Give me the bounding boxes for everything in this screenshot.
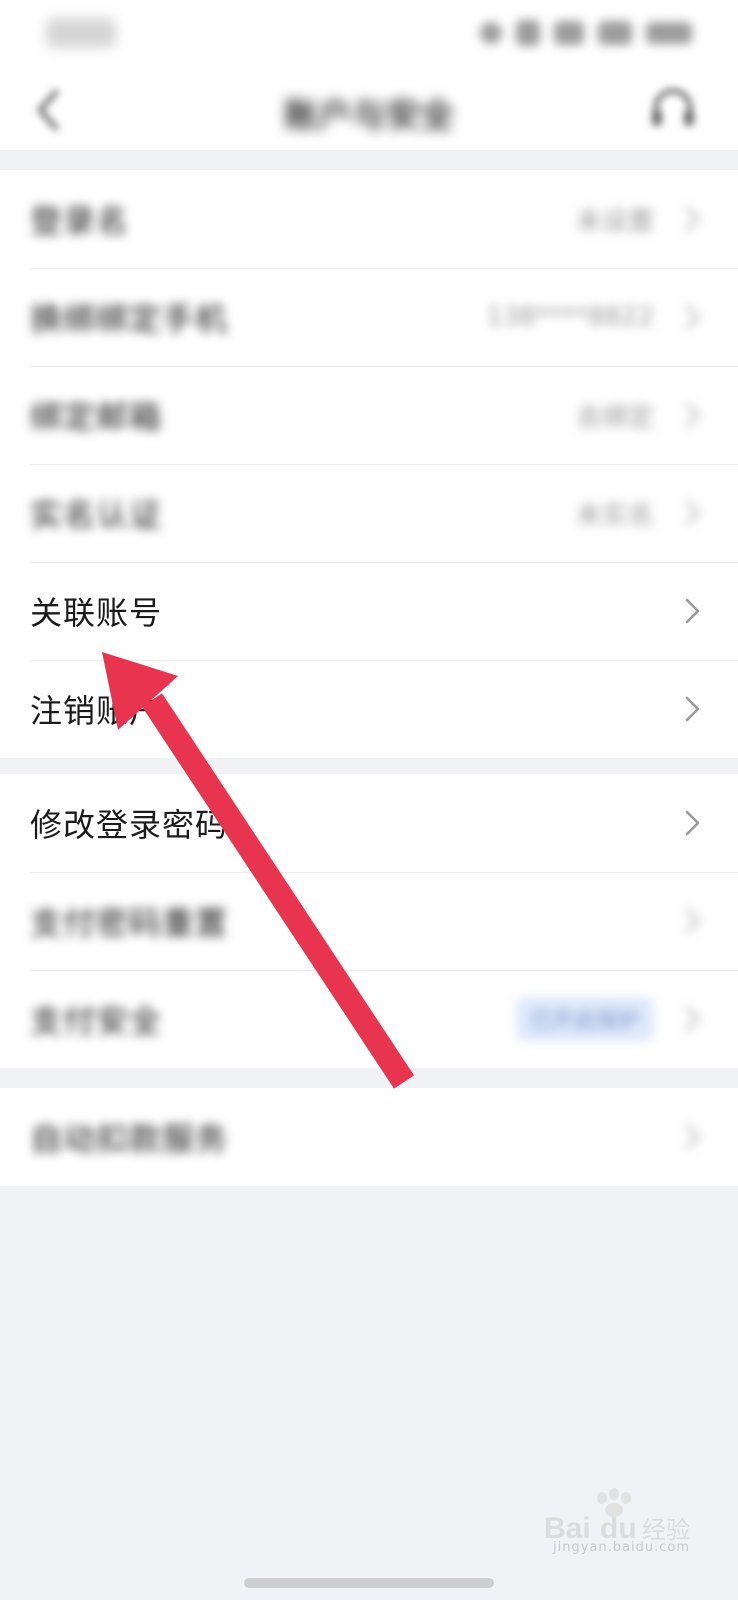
- row-label: 绑定邮箱: [30, 398, 163, 436]
- headset-icon[interactable]: [648, 86, 698, 134]
- row-value: 未设置: [575, 206, 654, 237]
- chevron-right-icon: [685, 206, 700, 232]
- status-time: [46, 18, 116, 48]
- settings-group-account: 登录名 未设置 换绑绑定手机 138****8822 绑定邮箱 去绑定 实名认证…: [0, 170, 738, 758]
- chevron-right-icon: [685, 500, 700, 526]
- settings-group-services: 自动扣款服务: [0, 1088, 738, 1186]
- chevron-right-icon: [685, 908, 700, 934]
- row-value: 未实名: [575, 500, 654, 531]
- row-label: 支付密码重置: [30, 904, 229, 942]
- settings-row-bind-phone[interactable]: 换绑绑定手机 138****8822: [0, 268, 738, 366]
- row-label: 支付安全: [30, 1002, 163, 1040]
- chevron-right-icon: [685, 1124, 700, 1150]
- nfc-icon: [480, 22, 502, 44]
- row-label: 关联账号: [30, 594, 163, 632]
- wifi-icon: [554, 21, 584, 45]
- chevron-right-icon: [685, 402, 700, 428]
- settings-row-bind-email[interactable]: 绑定邮箱 去绑定: [0, 366, 738, 464]
- settings-row-login-name[interactable]: 登录名 未设置: [0, 170, 738, 268]
- chevron-right-icon: [685, 810, 700, 836]
- signal-icon: [598, 21, 632, 45]
- row-label: 登录名: [30, 202, 130, 240]
- battery-icon: [646, 22, 692, 44]
- vibrate-icon: [516, 20, 540, 46]
- settings-group-security: 修改登录密码 支付密码重置 支付安全 已开启保护: [0, 774, 738, 1068]
- chevron-right-icon: [685, 696, 700, 722]
- page-title: 账户与安全: [284, 96, 454, 136]
- row-value: 138****8822: [486, 302, 654, 332]
- row-value: 去绑定: [575, 402, 654, 433]
- screen: 账户与安全 登录名 未设置 换绑绑定手机 138****8822 绑定邮箱 去绑…: [0, 0, 738, 1600]
- settings-row-real-name[interactable]: 实名认证 未实名: [0, 464, 738, 562]
- settings-row-change-password[interactable]: 修改登录密码: [0, 774, 738, 872]
- row-label: 自动扣款服务: [30, 1120, 229, 1158]
- row-label: 修改登录密码: [30, 806, 229, 844]
- watermark-url: jingyan.baidu.com: [553, 1540, 690, 1555]
- chevron-right-icon: [685, 304, 700, 330]
- settings-row-pay-security[interactable]: 支付安全 已开启保护: [0, 970, 738, 1068]
- settings-row-pay-password[interactable]: 支付密码重置: [0, 872, 738, 970]
- status-badge: 已开启保护: [515, 997, 654, 1041]
- baidu-paw-logo: Bai du 经验: [544, 1488, 690, 1545]
- home-indicator[interactable]: [244, 1578, 494, 1588]
- row-label: 换绑绑定手机: [30, 300, 229, 338]
- settings-row-auto-debit[interactable]: 自动扣款服务: [0, 1088, 738, 1186]
- row-label: 注销账户: [30, 692, 163, 730]
- status-bar: [0, 0, 738, 70]
- row-label: 实名认证: [30, 496, 163, 534]
- settings-row-linked-accounts[interactable]: 关联账号: [0, 562, 738, 660]
- nav-bar: 账户与安全: [0, 70, 738, 150]
- status-icons: [442, 16, 692, 50]
- chevron-right-icon: [685, 598, 700, 624]
- chevron-right-icon: [685, 1006, 700, 1032]
- settings-row-cancel-account[interactable]: 注销账户: [0, 660, 738, 758]
